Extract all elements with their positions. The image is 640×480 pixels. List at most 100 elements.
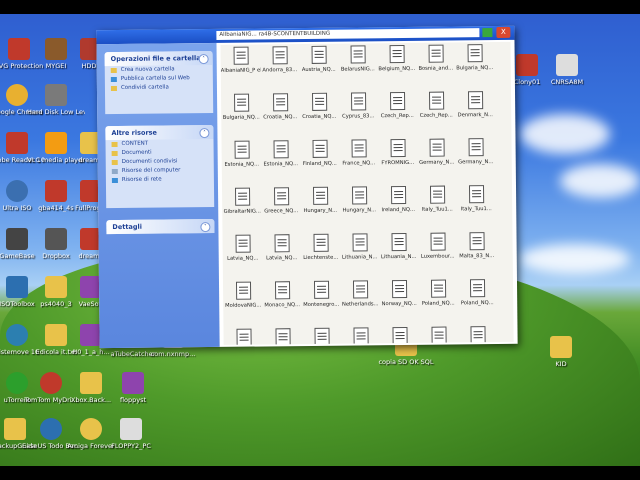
desktop-icon-hdd-low-level[interactable]: Hard Disk Low Level Form...	[27, 84, 85, 116]
file-item[interactable]: Belgium_NQ...	[377, 44, 417, 73]
file-item[interactable]	[379, 326, 419, 345]
file-item[interactable]	[340, 327, 380, 345]
file-item[interactable]: Norway_NQ...	[379, 279, 419, 308]
document-icon	[350, 92, 366, 111]
panel-header[interactable]: Dettagli ˅	[106, 218, 215, 235]
panel-header[interactable]: Altre risorse ˄	[105, 124, 214, 141]
file-item[interactable]: Liechtenste...	[300, 233, 340, 262]
file-name: Czech_Rep...	[419, 112, 453, 119]
file-item[interactable]: Germany_N...	[417, 138, 457, 166]
task-pane: Operazioni file e cartella ˄ Crea nuova c…	[96, 42, 220, 349]
desktop-icon-floppyst[interactable]: floppyst	[104, 372, 162, 404]
file-item[interactable]: Luxembour...	[417, 232, 457, 260]
file-item[interactable]: Hungary_N...	[339, 186, 379, 214]
file-item[interactable]: Lithuania_N...	[378, 232, 418, 261]
desktop: AVG Protection MYGEI HDDS Google Chrome …	[0, 14, 640, 466]
desktop-icon-cnrsa8m[interactable]: CNRSA8M	[538, 54, 596, 86]
file-icon	[120, 418, 142, 440]
file-item[interactable]: Andorra_83...	[260, 46, 300, 74]
file-item[interactable]: Bulgaria_NQ...	[221, 93, 261, 121]
task-share-folder[interactable]: Condividi cartella	[105, 83, 213, 93]
document-icon	[390, 185, 406, 205]
file-item[interactable]: Germany_N...	[455, 138, 495, 166]
folder-icon	[111, 150, 118, 157]
file-item[interactable]: Latvia_NQ...	[222, 234, 262, 262]
file-item[interactable]: Estonia_NQ...	[261, 140, 301, 168]
file-item[interactable]: Croatia_NQ...	[260, 93, 300, 121]
folder-icon	[80, 372, 102, 394]
file-item[interactable]: Czech_Rep...	[377, 91, 417, 120]
desktop-icon-label: Hard Disk Low Level Form...	[27, 108, 85, 116]
file-item[interactable]: Cyprus_83...	[338, 92, 378, 120]
file-item[interactable]: Italy_Tuu1...	[417, 185, 457, 213]
address-bar[interactable]: AllbaniaNIG... ra4B-SCONTENTBUILDING	[216, 28, 480, 40]
file-item[interactable]: Bosnia_and...	[416, 44, 456, 72]
file-item[interactable]: BelarusNIG...	[338, 45, 378, 73]
file-name: Belgium_NQ...	[378, 65, 416, 73]
file-item[interactable]: Austria_NQ...	[299, 45, 339, 74]
document-icon	[313, 327, 330, 345]
file-item[interactable]: Finland_NQ...	[300, 139, 340, 168]
place-network[interactable]: Risorse di rete	[106, 175, 214, 185]
panel-header[interactable]: Operazioni file e cartella ˄	[104, 50, 213, 67]
file-item[interactable]: Czech_Rep...	[416, 91, 456, 119]
file-item[interactable]: Bulgaria_NQ...	[455, 44, 495, 72]
disk-icon	[45, 84, 67, 106]
file-item[interactable]	[262, 328, 302, 345]
file-item[interactable]: AlbaniaNIG_P eltro1_2008_06 _000711_SB	[221, 46, 261, 74]
file-item[interactable]: Montenegro...	[301, 280, 341, 309]
file-name: Bulgaria_NQ...	[456, 65, 494, 72]
desktop-icon-label: com.nxnmp...	[150, 350, 196, 358]
file-item[interactable]: GibraltarNIG...	[222, 187, 262, 215]
file-item[interactable]: FYROMNIG...	[378, 138, 418, 167]
file-name: Denmark_N...	[457, 112, 493, 119]
file-item[interactable]: Hungary_N...	[300, 186, 340, 215]
desktop-icon-floppy2[interactable]: FLOPPY2_PC	[102, 418, 160, 450]
document-icon	[390, 232, 407, 252]
document-icon	[429, 185, 445, 204]
file-item[interactable]	[301, 327, 341, 345]
file-item[interactable]: Lithuania_N...	[339, 233, 379, 261]
document-icon	[351, 186, 367, 205]
document-icon	[428, 91, 444, 110]
file-item[interactable]: Estonia_NQ...	[222, 140, 262, 168]
file-item[interactable]	[223, 328, 263, 345]
file-item[interactable]: Croatia_NQ...	[299, 92, 339, 121]
file-item[interactable]	[457, 326, 497, 345]
collapse-chevron-icon[interactable]: ˄	[199, 128, 210, 139]
file-item[interactable]	[418, 326, 458, 345]
file-item[interactable]: Ireland_NQ...	[378, 185, 418, 214]
app-icon	[40, 418, 62, 440]
close-button[interactable]: X	[496, 26, 511, 39]
other-places-panel: Altre risorse ˄ CONTENT Documenti Documen…	[105, 124, 215, 209]
file-item[interactable]: Italy_Tuu1...	[456, 185, 496, 213]
file-item[interactable]: Latvia_NQ...	[261, 234, 301, 262]
file-item[interactable]: Netherlands...	[340, 280, 380, 308]
file-item[interactable]: Poland_NQ...	[457, 279, 497, 307]
place-label: Risorse del computer	[121, 167, 181, 174]
title-bar[interactable]: AllbaniaNIG... ra4B-SCONTENTBUILDING X	[96, 25, 515, 45]
file-name: MoldovaNIG...	[225, 302, 262, 309]
collapse-chevron-icon[interactable]: ˄	[198, 54, 209, 65]
file-item[interactable]: Greece_NQ...	[261, 187, 301, 215]
file-item[interactable]: Malta_83_N...	[456, 232, 496, 260]
file-item[interactable]: France_NQ...	[339, 139, 379, 167]
file-name: Malta_83_N...	[459, 253, 495, 260]
panel-title: Altre risorse	[111, 128, 157, 138]
desktop-icon-kid[interactable]: KID	[532, 336, 590, 368]
desktop-icon-label: CNRSA8M	[550, 78, 584, 86]
file-name: AlbaniaNIG_P eltro1_2008_06 _000711_SB	[220, 67, 261, 74]
file-item[interactable]: Poland_NQ...	[418, 279, 458, 307]
file-item[interactable]: Denmark_N...	[455, 91, 495, 119]
place-label: Risorse di rete	[121, 176, 162, 183]
file-name: Liechtenste...	[303, 254, 339, 262]
document-icon	[351, 139, 367, 158]
file-item[interactable]: MoldovaNIG...	[223, 281, 263, 309]
go-button[interactable]	[482, 28, 493, 38]
expand-chevron-icon[interactable]: ˅	[200, 222, 211, 233]
file-item[interactable]: Monaco_NQ...	[262, 281, 302, 309]
document-icon	[430, 279, 446, 298]
explorer-window[interactable]: AllbaniaNIG... ra4B-SCONTENTBUILDING X O…	[96, 25, 518, 349]
document-icon	[312, 186, 328, 205]
file-name: Cyprus_83...	[342, 113, 375, 120]
